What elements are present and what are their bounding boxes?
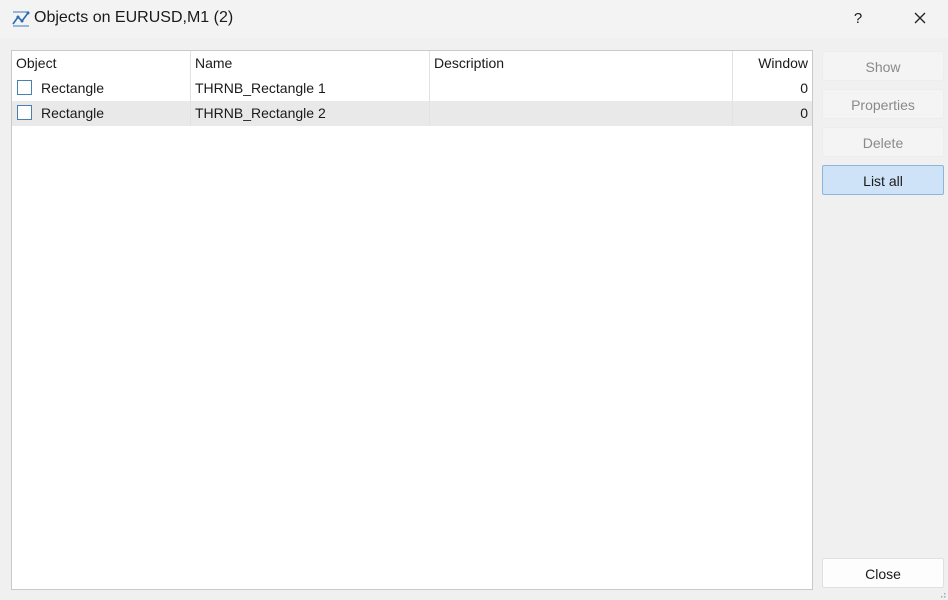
- close-icon[interactable]: [908, 8, 932, 30]
- column-header-window[interactable]: Window: [732, 51, 812, 76]
- close-button[interactable]: Close: [822, 558, 944, 588]
- list-all-button[interactable]: List all: [822, 165, 944, 195]
- column-header-name[interactable]: Name: [190, 51, 429, 76]
- object-window: 0: [732, 76, 812, 101]
- list-header: Object Name Description Window: [12, 51, 812, 76]
- window-title: Objects on EURUSD,M1 (2): [34, 9, 234, 26]
- object-name: THRNB_Rectangle 1: [190, 76, 429, 101]
- objects-list[interactable]: Object Name Description Window Rectangle…: [11, 50, 813, 590]
- object-description: [429, 76, 732, 101]
- properties-button[interactable]: Properties: [822, 89, 944, 119]
- object-type: Rectangle: [41, 105, 105, 121]
- resize-grip-icon[interactable]: [938, 590, 946, 598]
- column-header-object[interactable]: Object: [12, 51, 190, 76]
- show-button[interactable]: Show: [822, 51, 944, 81]
- object-type: Rectangle: [41, 80, 105, 96]
- help-button[interactable]: ?: [846, 6, 870, 32]
- title-bar: Objects on EURUSD,M1 (2) ?: [0, 0, 948, 38]
- delete-button[interactable]: Delete: [822, 127, 944, 157]
- object-description: [429, 101, 732, 126]
- chart-line-icon: [12, 11, 30, 27]
- object-window: 0: [732, 101, 812, 126]
- table-row[interactable]: Rectangle THRNB_Rectangle 2 0: [12, 101, 812, 126]
- table-row[interactable]: Rectangle THRNB_Rectangle 1 0: [12, 76, 812, 101]
- object-name: THRNB_Rectangle 2: [190, 101, 429, 126]
- column-header-description[interactable]: Description: [429, 51, 732, 76]
